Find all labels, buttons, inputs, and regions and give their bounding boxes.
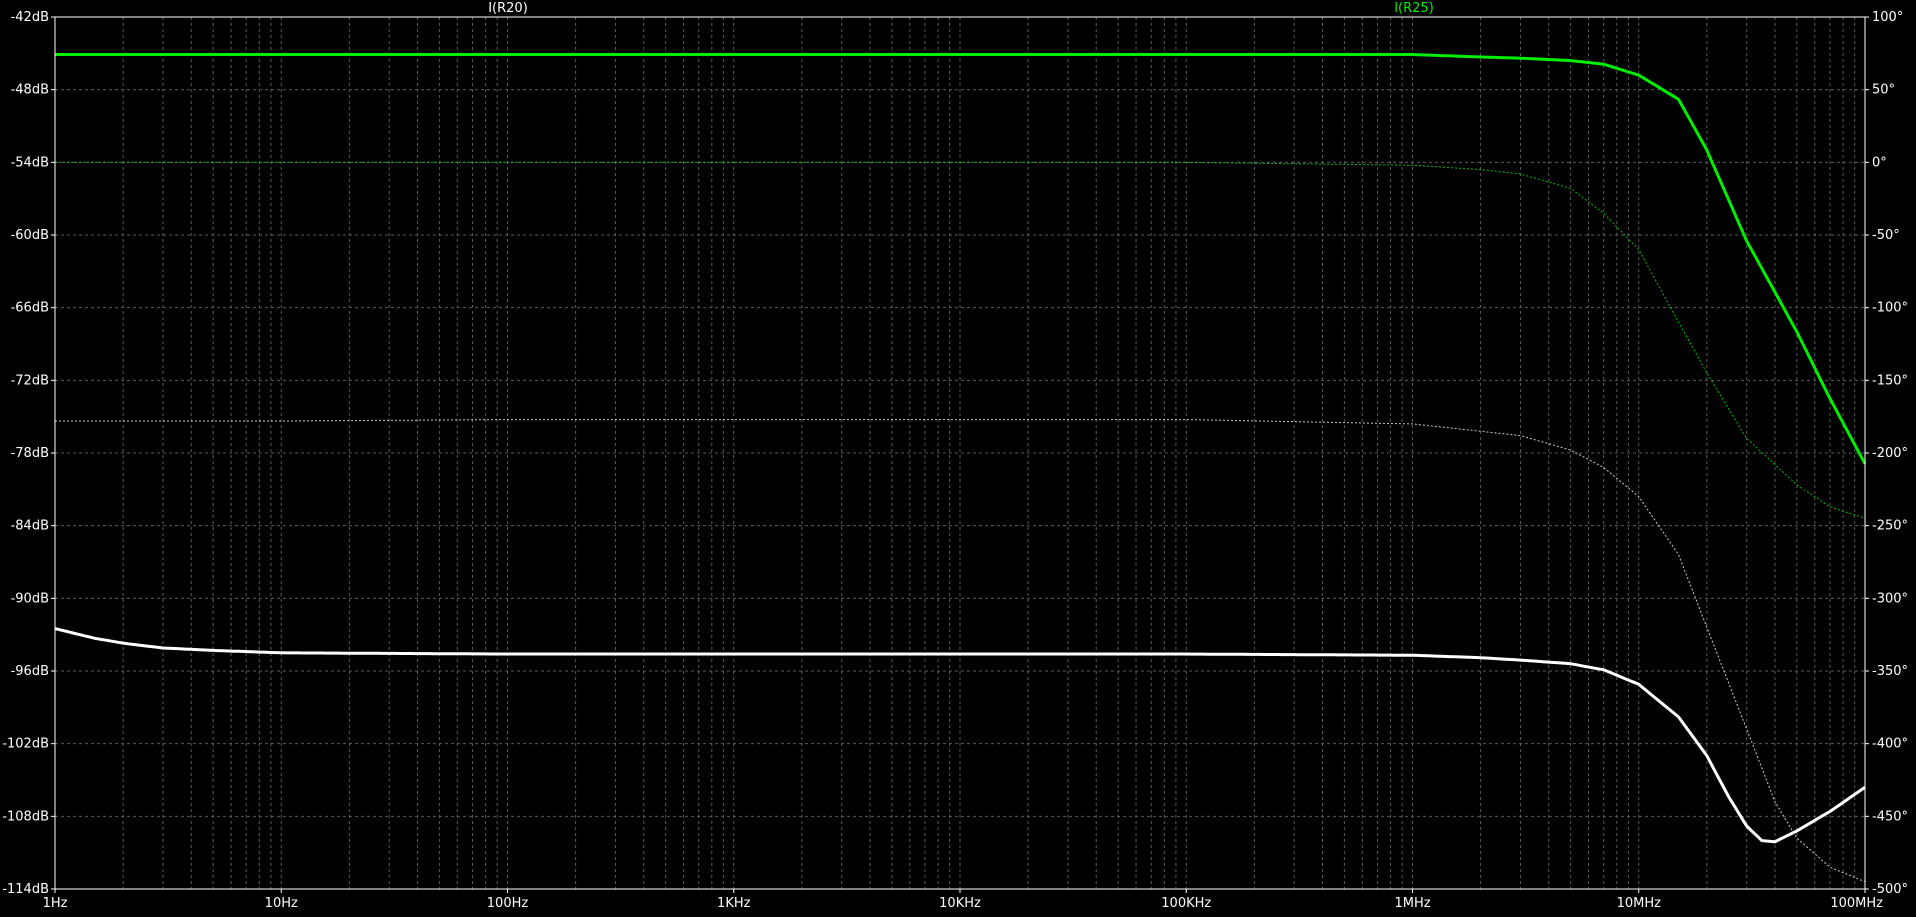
left-axis-tick-label: -60dB [11, 228, 49, 243]
left-axis-tick-label: -84dB [11, 519, 49, 534]
x-axis-tick-label: 1KHz [717, 896, 751, 911]
left-axis-tick-label: -96dB [11, 664, 49, 679]
trace-label-i-r25[interactable]: I(R25) [1394, 1, 1434, 16]
right-axis-tick-label: 100° [1872, 10, 1903, 25]
left-axis-tick-label: -102dB [2, 737, 49, 752]
x-axis-tick-label: 1Hz [43, 896, 68, 911]
left-axis-tick-label: -90dB [11, 591, 49, 606]
right-axis-tick-label: -500° [1872, 882, 1908, 897]
left-axis-tick-label: -78dB [11, 446, 49, 461]
right-axis-tick-label: 0° [1872, 155, 1887, 170]
right-axis-tick-label: -250° [1872, 519, 1908, 534]
x-axis-tick-label: 10MHz [1617, 896, 1662, 911]
left-axis-tick-label: -66dB [11, 301, 49, 316]
x-axis-tick-label: 1MHz [1394, 896, 1430, 911]
right-axis-tick-label: -200° [1872, 446, 1908, 461]
x-axis-tick-label: 100MHz [1830, 896, 1883, 911]
right-axis-tick-label: -350° [1872, 664, 1908, 679]
bode-plot: -42dB -48dB -54dB -60dB -66dB -72dB -78dB -84dB… [0, 0, 1916, 917]
left-axis-tick-label: -42dB [11, 10, 49, 25]
right-axis-tick-label: -150° [1872, 373, 1908, 388]
right-axis-tick-label: -100° [1872, 301, 1908, 316]
right-axis-tick-label: -400° [1872, 737, 1908, 752]
left-axis-tick-label: -48dB [11, 83, 49, 98]
right-axis-tick-label: 50° [1872, 83, 1895, 98]
right-axis-tick-label: -450° [1872, 809, 1908, 824]
right-axis-tick-label: -300° [1872, 591, 1908, 606]
trace-label-i-r20[interactable]: I(R20) [488, 1, 528, 16]
left-axis-tick-label: -54dB [11, 155, 49, 170]
right-axis-tick-label: -50° [1872, 228, 1900, 243]
x-axis-tick-label: 100KHz [1161, 896, 1211, 911]
x-axis-tick-label: 10KHz [939, 896, 981, 911]
left-axis-tick-label: -108dB [2, 809, 49, 824]
x-axis-tick-label: 10Hz [265, 896, 298, 911]
x-axis-tick-label: 100Hz [487, 896, 529, 911]
left-axis-tick-label: -114dB [2, 882, 49, 897]
left-axis-tick-label: -72dB [11, 373, 49, 388]
